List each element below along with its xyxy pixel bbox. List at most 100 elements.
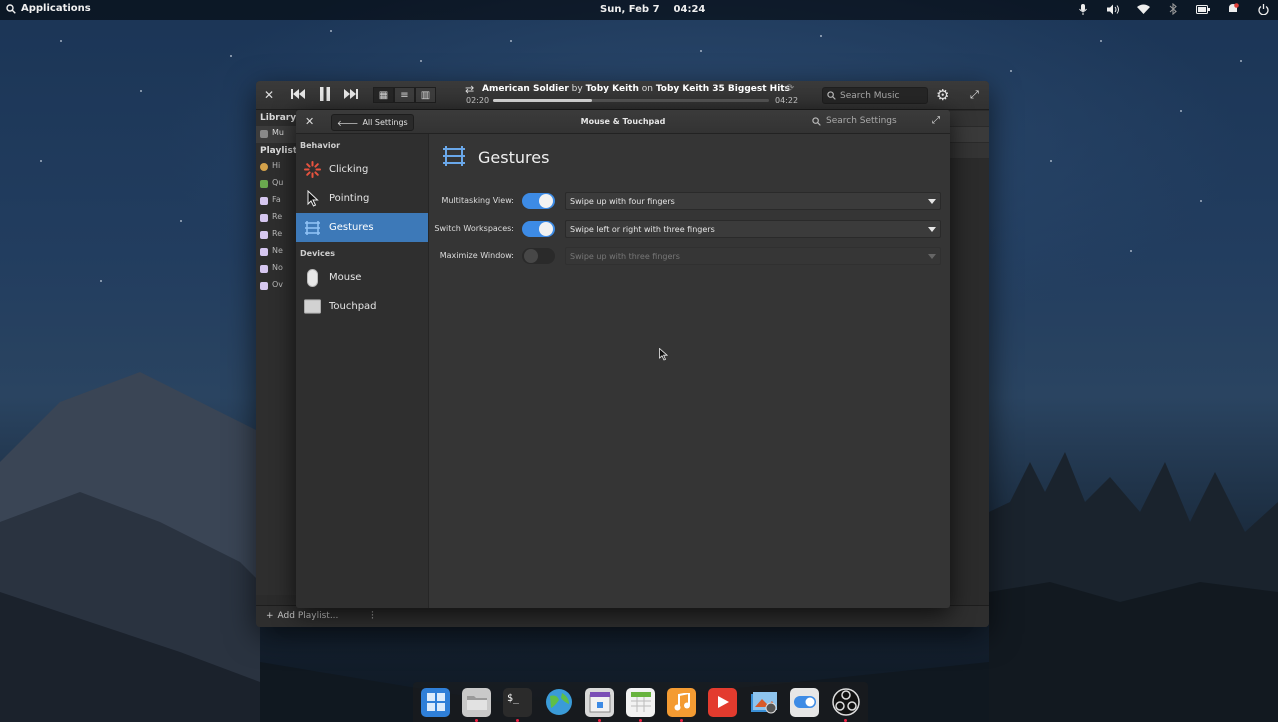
row-label: Switch Workspaces:: [434, 224, 514, 233]
row-label: Multitasking View:: [441, 196, 514, 205]
gestures-icon: [304, 219, 321, 236]
playlist-item[interactable]: Re: [256, 210, 296, 227]
sidebar-item-touchpad[interactable]: Touchpad: [296, 292, 428, 321]
chevron-down-icon: [928, 227, 936, 232]
bluetooth-icon[interactable]: [1166, 2, 1180, 16]
switch-knob: [539, 222, 553, 236]
playlist-icon: [260, 265, 268, 273]
history-icon: [260, 163, 268, 171]
devices-heading: Devices: [300, 249, 335, 258]
library-heading: Library: [260, 113, 297, 123]
sidebar-item-clicking[interactable]: Clicking: [296, 155, 428, 184]
playlist-item[interactable]: Re: [256, 227, 296, 244]
videos-icon[interactable]: [708, 687, 737, 717]
multitasking-view-switch[interactable]: [522, 193, 555, 209]
plus-icon: +: [266, 611, 274, 621]
terminal-icon[interactable]: $_: [503, 687, 532, 722]
playlist-item[interactable]: No: [256, 261, 296, 278]
playlist-item[interactable]: Qu: [256, 176, 296, 193]
playlist-item-label: Ov: [272, 280, 284, 289]
table-row[interactable]: [950, 143, 989, 159]
running-indicator: [475, 718, 478, 722]
top-panel: Applications Sun, Feb 7 04:24: [0, 0, 1278, 20]
notifications-icon[interactable]: [1226, 2, 1240, 16]
playlist-item-label: Qu: [272, 178, 284, 187]
appcenter-icon[interactable]: [585, 687, 614, 722]
sidebar-item-mouse[interactable]: Mouse: [296, 263, 428, 292]
playlist-item[interactable]: Ne: [256, 244, 296, 261]
maximize-window-dropdown[interactable]: Swipe up with three fingers: [565, 247, 941, 265]
music-search-placeholder: Search Music: [840, 90, 900, 101]
applications-menu-button[interactable]: Applications: [6, 3, 91, 14]
maximize-window-switch[interactable]: [522, 248, 555, 264]
previous-track-button[interactable]: [291, 88, 305, 102]
playlist-item-label: Ne: [272, 246, 283, 255]
running-indicator: [680, 718, 683, 722]
clock-indicator[interactable]: Sun, Feb 7 04:24: [600, 4, 705, 15]
music-library-icon: [260, 130, 268, 138]
sidebar-item-pointing[interactable]: Pointing: [296, 184, 428, 213]
maximize-window-row: Maximize Window: Swipe up with three fin…: [430, 247, 950, 265]
microphone-icon[interactable]: [1076, 2, 1090, 16]
multitasking-view-dropdown[interactable]: Swipe up with four fingers: [565, 192, 941, 210]
grid-view-icon[interactable]: ▦: [373, 87, 394, 103]
skip-back-icon: [291, 89, 305, 99]
playlist-item[interactable]: Ov: [256, 278, 296, 295]
music-search-input[interactable]: Search Music: [822, 87, 928, 104]
playlist-item[interactable]: Fa: [256, 193, 296, 210]
music-close-button[interactable]: ✕: [264, 88, 274, 102]
search-icon: [812, 116, 821, 126]
mouse-icon: [304, 268, 321, 287]
row-label: Maximize Window:: [439, 251, 514, 260]
sidebar-item-label: Mouse: [329, 272, 362, 283]
switch-workspaces-switch[interactable]: [522, 221, 555, 237]
add-playlist-button[interactable]: + Add Playlist...: [266, 611, 338, 621]
pause-button[interactable]: [319, 87, 331, 104]
multitasking-view-row: Multitasking View: Swipe up with four fi…: [430, 192, 950, 210]
equalizer-icon[interactable]: ⫶: [371, 609, 374, 623]
music-icon[interactable]: [667, 687, 696, 722]
page-header: Gestures: [442, 146, 549, 169]
maximize-icon[interactable]: ⤢: [932, 115, 940, 126]
clock-time: 04:24: [673, 4, 706, 15]
playlist-item[interactable]: Hi: [256, 159, 296, 176]
elapsed-time: 02:20: [466, 96, 490, 105]
switch-knob: [539, 194, 553, 208]
battery-icon[interactable]: [1196, 2, 1210, 16]
next-track-button[interactable]: [344, 88, 358, 102]
music-track-list: [950, 111, 989, 159]
running-indicator: [844, 718, 847, 722]
music-headerbar: ✕ ▦ ≡ ▥ ⇄ American Soldier by Toby Keith…: [256, 81, 989, 110]
list-view-icon[interactable]: ≡: [394, 87, 415, 103]
web-browser-icon[interactable]: [544, 688, 573, 717]
dock: $_: [413, 682, 868, 722]
library-item[interactable]: Mu: [256, 126, 296, 143]
column-view-icon[interactable]: ▥: [415, 87, 436, 103]
settings-search-input[interactable]: Search Settings: [812, 116, 897, 126]
playlist-item-label: Re: [272, 212, 283, 221]
table-row[interactable]: [950, 127, 989, 143]
table-row[interactable]: [950, 111, 989, 127]
multitasking-icon[interactable]: [421, 687, 450, 717]
photos-icon[interactable]: [749, 688, 778, 717]
add-playlist-label: Add Playlist...: [277, 611, 339, 621]
playlist-icon: [260, 231, 268, 239]
playlist-item-label: Fa: [272, 195, 281, 204]
applications-label: Applications: [21, 3, 91, 14]
obs-icon[interactable]: [831, 688, 860, 722]
maximize-icon[interactable]: ⤢: [970, 88, 979, 102]
switch-workspaces-dropdown[interactable]: Swipe left or right with three fingers: [565, 220, 941, 238]
wifi-icon[interactable]: [1136, 2, 1150, 16]
files-icon[interactable]: [462, 687, 491, 722]
sidebar-item-gestures[interactable]: Gestures: [296, 213, 428, 242]
sidebar-item-label: Gestures: [329, 222, 374, 233]
calendar-icon[interactable]: [626, 687, 655, 722]
playlist-icon: [260, 282, 268, 290]
seek-bar[interactable]: [493, 99, 769, 102]
repeat-icon[interactable]: ⟳: [786, 83, 794, 94]
track-artist: Toby Keith: [585, 84, 639, 94]
volume-icon[interactable]: [1106, 2, 1120, 16]
power-icon[interactable]: [1256, 2, 1270, 16]
gear-icon[interactable]: ⚙: [936, 86, 949, 104]
system-settings-icon[interactable]: [790, 687, 819, 717]
